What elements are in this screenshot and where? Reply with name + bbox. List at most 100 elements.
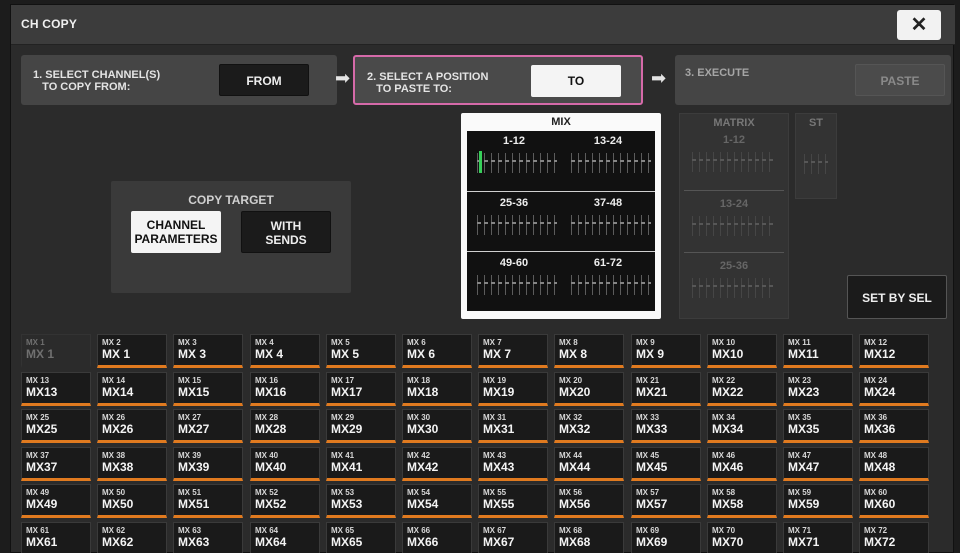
channel-number: MX 44	[559, 451, 583, 460]
close-button[interactable]: ✕	[897, 10, 941, 40]
channel-button[interactable]: MX 18 MX18	[402, 372, 472, 406]
mix-group-13-24[interactable]	[571, 153, 651, 173]
channel-button[interactable]: MX 41 MX41	[326, 447, 396, 481]
channel-button[interactable]: MX 51 MX51	[173, 484, 243, 518]
channel-button[interactable]: MX 23 MX23	[783, 372, 853, 406]
channel-button[interactable]: MX 53 MX53	[326, 484, 396, 518]
channel-button[interactable]: MX 21 MX21	[631, 372, 701, 406]
channel-number: MX 59	[788, 488, 812, 497]
channel-button[interactable]: MX 58 MX58	[707, 484, 777, 518]
paste-button[interactable]: PASTE	[855, 64, 945, 96]
channel-button[interactable]: MX 70 MX70	[707, 522, 777, 553]
channel-button[interactable]: MX 57 MX57	[631, 484, 701, 518]
channel-button[interactable]: MX 60 MX60	[859, 484, 929, 518]
channel-button[interactable]: MX 28 MX28	[250, 409, 320, 443]
channel-button[interactable]: MX 55 MX55	[478, 484, 548, 518]
channel-button[interactable]: MX 71 MX71	[783, 522, 853, 553]
channel-button[interactable]: MX 9 MX 9	[631, 334, 701, 368]
channel-number: MX 65	[331, 526, 355, 535]
channel-button[interactable]: MX 15 MX15	[173, 372, 243, 406]
channel-button[interactable]: MX 69 MX69	[631, 522, 701, 553]
channel-button[interactable]: MX 65 MX65	[326, 522, 396, 553]
channel-button[interactable]: MX 31 MX31	[478, 409, 548, 443]
channel-button[interactable]: MX 62 MX62	[97, 522, 167, 553]
mix-group-49-60[interactable]	[477, 275, 557, 295]
channel-button[interactable]: MX 26 MX26	[97, 409, 167, 443]
channel-button[interactable]: MX 22 MX22	[707, 372, 777, 406]
channel-button[interactable]: MX 19 MX19	[478, 372, 548, 406]
channel-button[interactable]: MX 43 MX43	[478, 447, 548, 481]
channel-button[interactable]: MX 61 MX61	[21, 522, 91, 553]
channel-button[interactable]: MX 52 MX52	[250, 484, 320, 518]
channel-button[interactable]: MX 20 MX20	[554, 372, 624, 406]
channel-button[interactable]: MX 4 MX 4	[250, 334, 320, 368]
channel-button[interactable]: MX 34 MX34	[707, 409, 777, 443]
to-button[interactable]: TO	[531, 65, 621, 97]
channel-button[interactable]: MX 35 MX35	[783, 409, 853, 443]
channel-button[interactable]: MX 38 MX38	[97, 447, 167, 481]
channel-number: MX 37	[26, 451, 50, 460]
mix-fader-overview[interactable]: 1-12 13-24 25-36 37-48 49-60 61-72	[467, 131, 655, 311]
channel-button[interactable]: MX 16 MX16	[250, 372, 320, 406]
channel-number: MX 48	[864, 451, 888, 460]
mix-group-61-72[interactable]	[571, 275, 651, 295]
mix-group-1-12[interactable]	[477, 153, 557, 173]
channel-button[interactable]: MX 50 MX50	[97, 484, 167, 518]
channel-button[interactable]: MX 30 MX30	[402, 409, 472, 443]
channel-button[interactable]: MX 48 MX48	[859, 447, 929, 481]
channel-button[interactable]: MX 45 MX45	[631, 447, 701, 481]
channel-button[interactable]: MX 17 MX17	[326, 372, 396, 406]
channel-button[interactable]: MX 67 MX67	[478, 522, 548, 553]
channel-button[interactable]: MX 32 MX32	[554, 409, 624, 443]
channel-button[interactable]: MX 64 MX64	[250, 522, 320, 553]
channel-button[interactable]: MX 25 MX25	[21, 409, 91, 443]
channel-button[interactable]: MX 14 MX14	[97, 372, 167, 406]
channel-button[interactable]: MX 66 MX66	[402, 522, 472, 553]
channel-button[interactable]: MX 3 MX 3	[173, 334, 243, 368]
matrix-title: MATRIX	[713, 117, 755, 129]
channel-button[interactable]: MX 68 MX68	[554, 522, 624, 553]
channel-button[interactable]: MX 11 MX11	[783, 334, 853, 368]
channel-button[interactable]: MX 6 MX 6	[402, 334, 472, 368]
channel-number: MX 32	[559, 413, 583, 422]
mix-group-25-36[interactable]	[477, 215, 557, 235]
channel-button[interactable]: MX 47 MX47	[783, 447, 853, 481]
channel-button[interactable]: MX 13 MX13	[21, 372, 91, 406]
with-sends-button[interactable]: WITH SENDS	[241, 211, 331, 253]
channel-button[interactable]: MX 8 MX 8	[554, 334, 624, 368]
channel-button[interactable]: MX 44 MX44	[554, 447, 624, 481]
channel-button[interactable]: MX 29 MX29	[326, 409, 396, 443]
channel-button[interactable]: MX 54 MX54	[402, 484, 472, 518]
channel-button[interactable]: MX 42 MX42	[402, 447, 472, 481]
channel-button[interactable]: MX 49 MX49	[21, 484, 91, 518]
selected-channel-marker	[479, 151, 482, 173]
channel-button[interactable]: MX 33 MX33	[631, 409, 701, 443]
channel-button[interactable]: MX 5 MX 5	[326, 334, 396, 368]
channel-button[interactable]: MX 24 MX24	[859, 372, 929, 406]
channel-button[interactable]: MX 63 MX63	[173, 522, 243, 553]
from-button[interactable]: FROM	[219, 64, 309, 96]
window-title: CH COPY	[21, 17, 78, 31]
channel-button[interactable]: MX 12 MX12	[859, 334, 929, 368]
mix-group-label: 49-60	[499, 257, 529, 269]
mix-group-37-48[interactable]	[571, 215, 651, 235]
channel-button[interactable]: MX 59 MX59	[783, 484, 853, 518]
channel-number: MX 27	[178, 413, 202, 422]
channel-name: MX28	[255, 422, 287, 436]
channel-button[interactable]: MX 7 MX 7	[478, 334, 548, 368]
set-by-sel-button[interactable]: SET BY SEL	[847, 275, 947, 319]
channel-number: MX 52	[255, 488, 279, 497]
channel-button[interactable]: MX 72 MX72	[859, 522, 929, 553]
channel-parameters-button[interactable]: CHANNEL PARAMETERS	[131, 211, 221, 253]
channel-button[interactable]: MX 36 MX36	[859, 409, 929, 443]
channel-button[interactable]: MX 27 MX27	[173, 409, 243, 443]
channel-button[interactable]: MX 2 MX 1	[97, 334, 167, 368]
channel-button[interactable]: MX 10 MX10	[707, 334, 777, 368]
channel-button[interactable]: MX 37 MX37	[21, 447, 91, 481]
channel-button[interactable]: MX 40 MX40	[250, 447, 320, 481]
channel-button[interactable]: MX 46 MX46	[707, 447, 777, 481]
channel-button[interactable]: MX 39 MX39	[173, 447, 243, 481]
divider	[684, 252, 784, 253]
channel-number: MX 14	[102, 376, 126, 385]
channel-button[interactable]: MX 56 MX56	[554, 484, 624, 518]
